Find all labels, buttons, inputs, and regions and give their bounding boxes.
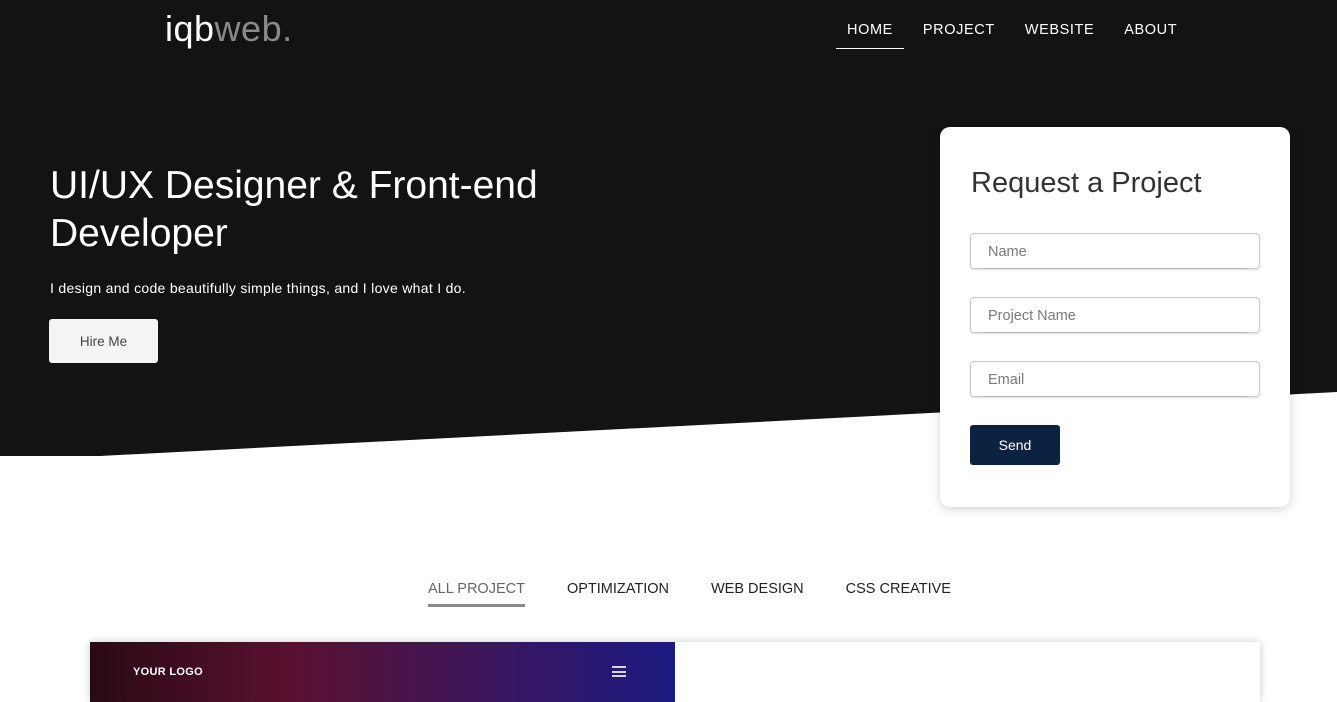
project-gallery: YOUR LOGO — [90, 642, 1260, 702]
email-field[interactable] — [970, 361, 1260, 397]
tab-all-project[interactable]: ALL PROJECT — [428, 580, 525, 607]
email-input[interactable] — [986, 371, 1250, 389]
field-underline — [983, 332, 1247, 333]
name-input[interactable] — [986, 243, 1250, 261]
tab-web-design[interactable]: WEB DESIGN — [711, 580, 804, 604]
nav-home[interactable]: HOME — [836, 20, 904, 49]
project-thumbnail[interactable]: YOUR LOGO — [90, 642, 675, 702]
name-field[interactable] — [970, 233, 1260, 269]
tab-css-creative[interactable]: CSS CREATIVE — [846, 580, 951, 604]
project-name-field[interactable] — [970, 297, 1260, 333]
thumbnail-logo-text: YOUR LOGO — [133, 666, 203, 678]
project-filter-tabs: ALL PROJECT OPTIMIZATION WEB DESIGN CSS … — [428, 580, 993, 607]
send-button[interactable]: Send — [970, 425, 1060, 465]
site-logo[interactable]: iqbweb. — [165, 6, 293, 52]
hamburger-icon — [612, 666, 626, 680]
hero-title: UI/UX Designer & Front-end Developer — [50, 164, 538, 255]
request-form-title: Request a Project — [971, 167, 1202, 199]
hire-me-button[interactable]: Hire Me — [49, 319, 158, 363]
nav-about[interactable]: ABOUT — [1113, 20, 1188, 48]
field-underline — [983, 396, 1247, 397]
nav-project[interactable]: PROJECT — [912, 20, 1006, 48]
tab-optimization[interactable]: OPTIMIZATION — [567, 580, 669, 604]
main-nav: HOME PROJECT WEBSITE ABOUT — [836, 20, 1196, 50]
hero-subtitle: I design and code beautifully simple thi… — [50, 280, 466, 296]
logo-secondary-text: web. — [214, 8, 293, 49]
logo-primary-text: iqb — [165, 8, 215, 49]
request-project-card: Request a Project Send — [940, 127, 1290, 507]
nav-website[interactable]: WEBSITE — [1014, 20, 1105, 48]
field-underline — [983, 268, 1247, 269]
project-name-input[interactable] — [986, 307, 1250, 325]
